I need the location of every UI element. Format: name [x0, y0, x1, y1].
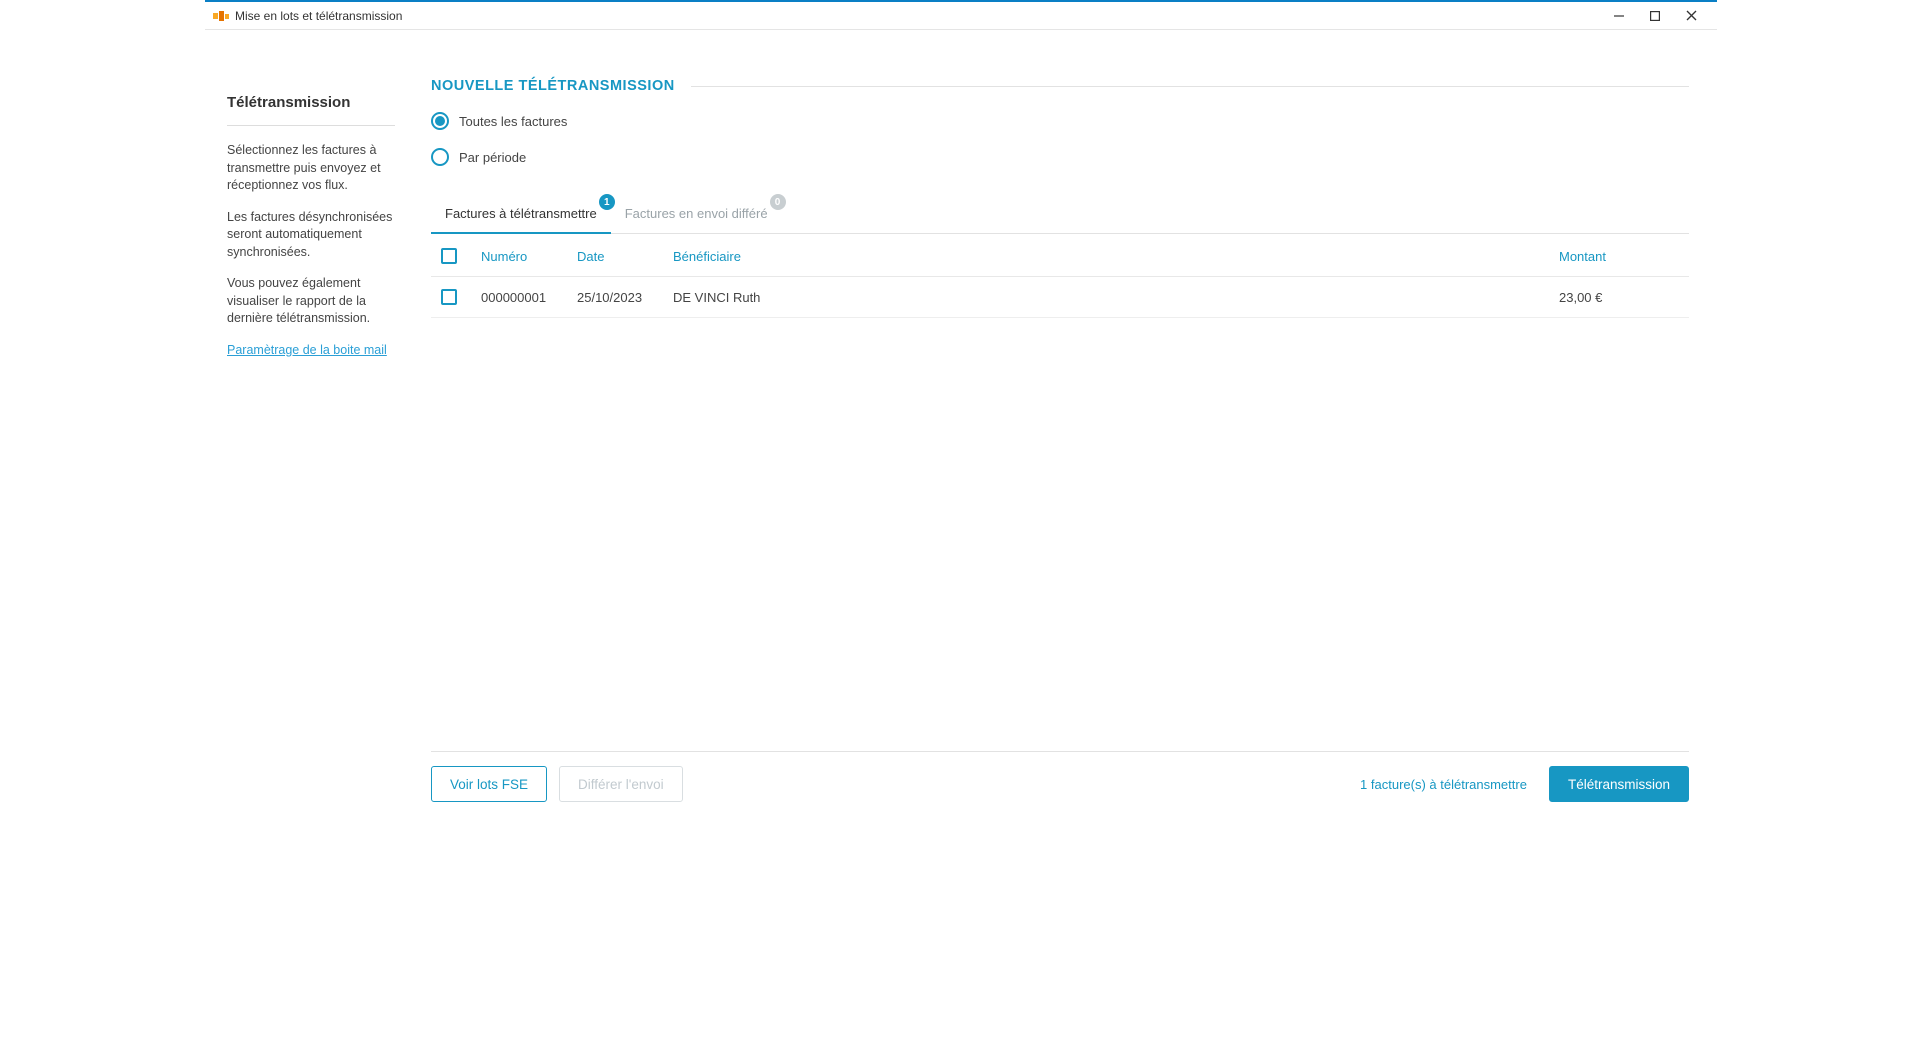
radio-by-period[interactable]: Par période [431, 148, 1689, 166]
cell-beneficiaire: DE VINCI Ruth [673, 290, 1559, 305]
titlebar: Mise en lots et télétransmission [205, 2, 1717, 30]
sidebar-text-select: Sélectionnez les factures à transmettre … [227, 142, 395, 195]
mailbox-settings-link[interactable]: Paramètrage de la boite mail [227, 343, 387, 357]
window-title: Mise en lots et télétransmission [235, 9, 402, 23]
cell-numero: 000000001 [481, 290, 577, 305]
radio-icon [431, 148, 449, 166]
sidebar-text-sync: Les factures désynchronisées seront auto… [227, 209, 395, 262]
sidebar: Télétransmission Sélectionnez les factur… [205, 30, 413, 820]
column-header-numero[interactable]: Numéro [481, 249, 577, 264]
defer-send-button: Différer l'envoi [559, 766, 683, 802]
column-header-montant[interactable]: Montant [1559, 249, 1679, 264]
minimize-button[interactable] [1601, 2, 1637, 30]
sidebar-title: Télétransmission [227, 94, 395, 126]
tab-to-send[interactable]: Factures à télétransmettre 1 [431, 196, 611, 233]
row-checkbox[interactable] [441, 289, 457, 305]
section-divider [691, 86, 1689, 87]
app-icon [213, 10, 229, 22]
column-header-date[interactable]: Date [577, 249, 673, 264]
radio-label: Toutes les factures [459, 114, 567, 129]
cell-montant: 23,00 € [1559, 290, 1679, 305]
table-row[interactable]: 000000001 25/10/2023 DE VINCI Ruth 23,00… [431, 277, 1689, 318]
teletransmission-button[interactable]: Télétransmission [1549, 766, 1689, 802]
maximize-button[interactable] [1637, 2, 1673, 30]
column-header-beneficiaire[interactable]: Bénéficiaire [673, 249, 1559, 264]
section-title: NOUVELLE TÉLÉTRANSMISSION [431, 78, 675, 94]
main-panel: NOUVELLE TÉLÉTRANSMISSION Toutes les fac… [413, 30, 1717, 820]
radio-label: Par période [459, 150, 526, 165]
tab-deferred[interactable]: Factures en envoi différé 0 [611, 196, 782, 233]
section-header: NOUVELLE TÉLÉTRANSMISSION [431, 78, 1689, 94]
footer-bar: Voir lots FSE Différer l'envoi 1 facture… [431, 751, 1689, 820]
radio-all-invoices[interactable]: Toutes les factures [431, 112, 1689, 130]
tab-label: Factures en envoi différé [625, 206, 768, 221]
sidebar-text-report: Vous pouvez également visualiser le rapp… [227, 275, 395, 328]
view-lots-button[interactable]: Voir lots FSE [431, 766, 547, 802]
close-button[interactable] [1673, 2, 1709, 30]
table-header: Numéro Date Bénéficiaire Montant [431, 234, 1689, 277]
app-window: Mise en lots et télétransmission Télétra… [205, 0, 1717, 820]
select-all-checkbox[interactable] [441, 248, 457, 264]
tab-label: Factures à télétransmettre [445, 206, 597, 221]
cell-date: 25/10/2023 [577, 290, 673, 305]
footer-status: 1 facture(s) à télétransmettre [1360, 777, 1527, 792]
radio-icon [431, 112, 449, 130]
tab-badge: 0 [770, 194, 786, 210]
tabs: Factures à télétransmettre 1 Factures en… [431, 196, 1689, 234]
